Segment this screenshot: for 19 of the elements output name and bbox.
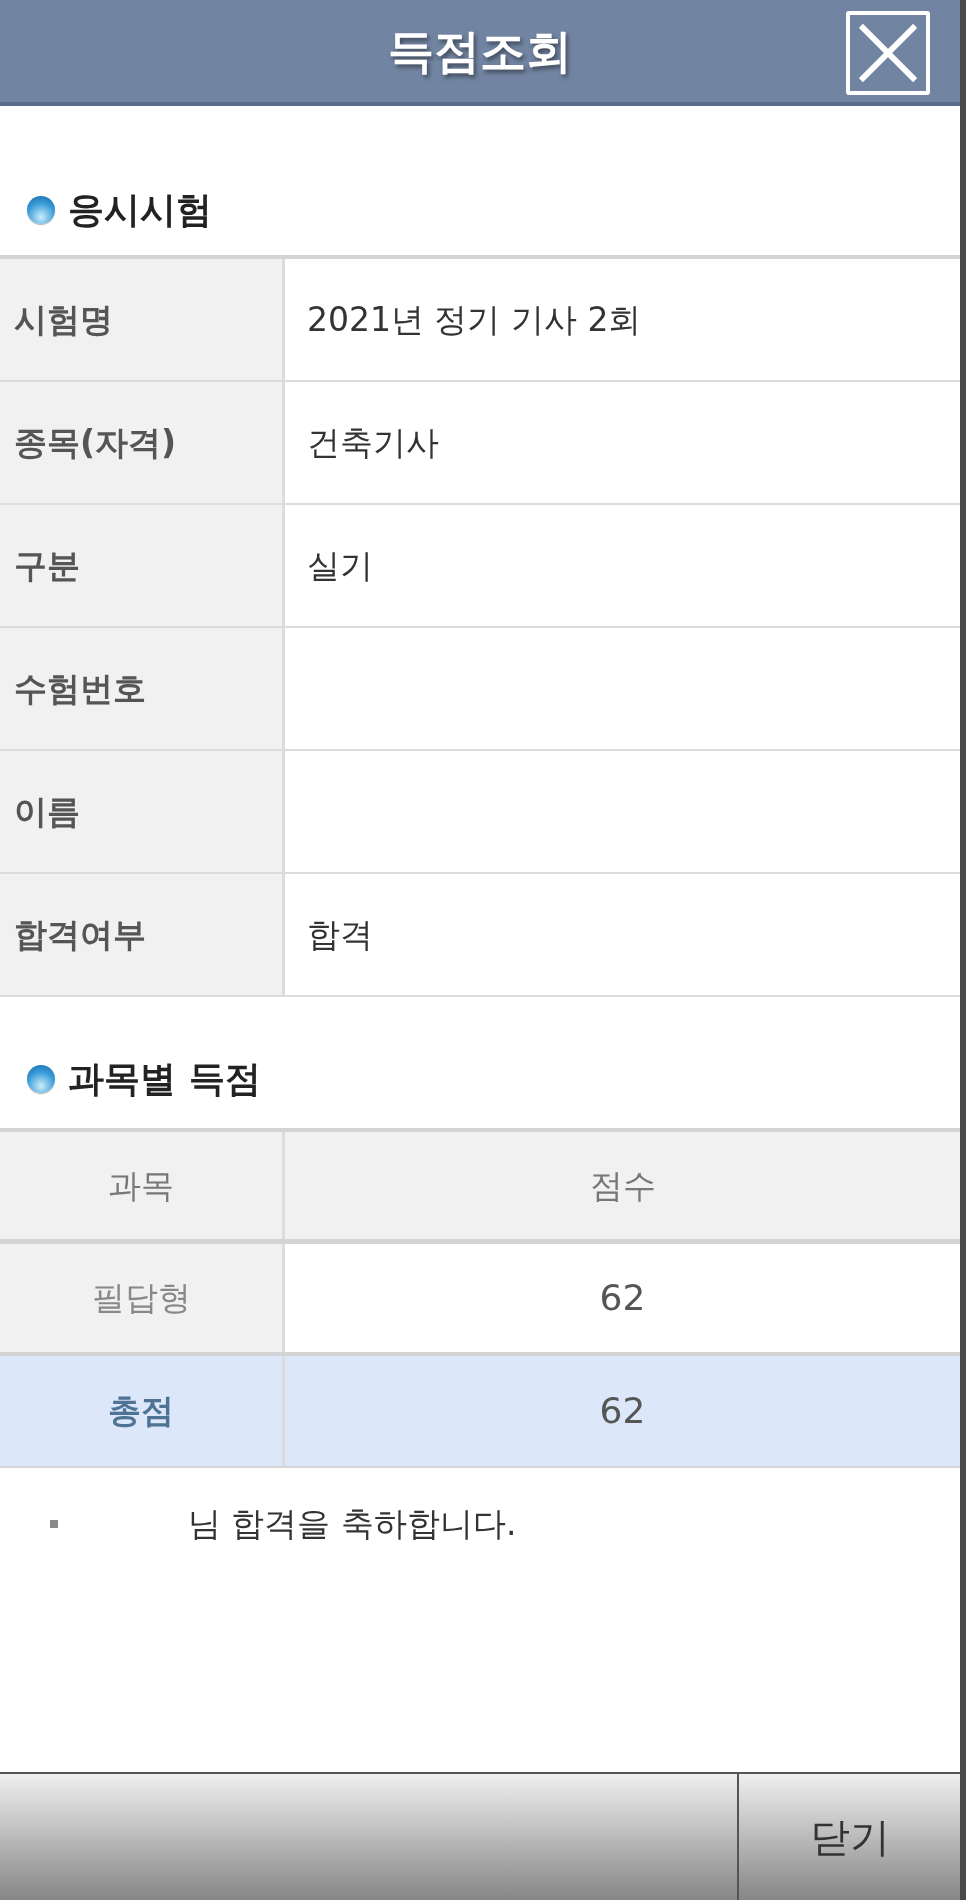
close-icon <box>859 24 917 82</box>
bullet-icon <box>50 1520 58 1528</box>
bullet-icon <box>27 195 55 224</box>
subject-cell: 필답형 <box>0 1244 285 1352</box>
close-button[interactable] <box>846 11 930 95</box>
field-label: 수험번호 <box>0 628 285 749</box>
field-label: 구분 <box>0 505 285 626</box>
field-label: 합격여부 <box>0 874 285 995</box>
window-title: 득점조회 <box>388 28 572 74</box>
field-label: 시험명 <box>0 259 285 380</box>
column-header: 과목 <box>0 1132 285 1239</box>
section-title: 과목별 득점 <box>68 1061 261 1097</box>
congratulation-message: 님 합격을 축하합니다. <box>188 1503 517 1546</box>
close-text-button[interactable]: 닫기 <box>737 1774 960 1900</box>
field-label: 이름 <box>0 751 285 872</box>
column-header: 점수 <box>588 1164 657 1207</box>
section-title: 응시시험 <box>68 191 212 228</box>
bullet-icon <box>27 1065 55 1093</box>
field-label: 종목(자격) <box>0 382 285 503</box>
